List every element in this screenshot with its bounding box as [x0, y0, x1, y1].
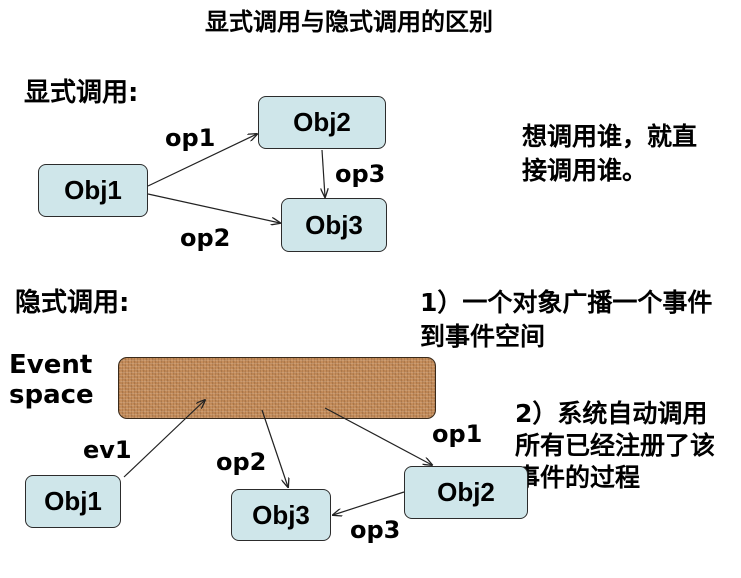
implicit-ev1-arrow — [123, 400, 205, 478]
explicit-op2-arrow — [147, 193, 280, 223]
implicit-op2-arrow — [261, 409, 288, 487]
explicit-op3-arrow — [322, 149, 325, 197]
connector-layer — [123, 0, 741, 578]
implicit-op1-arrow — [324, 407, 432, 465]
implicit-op3-arrow — [333, 491, 405, 515]
explicit-op1-arrow — [147, 134, 257, 187]
